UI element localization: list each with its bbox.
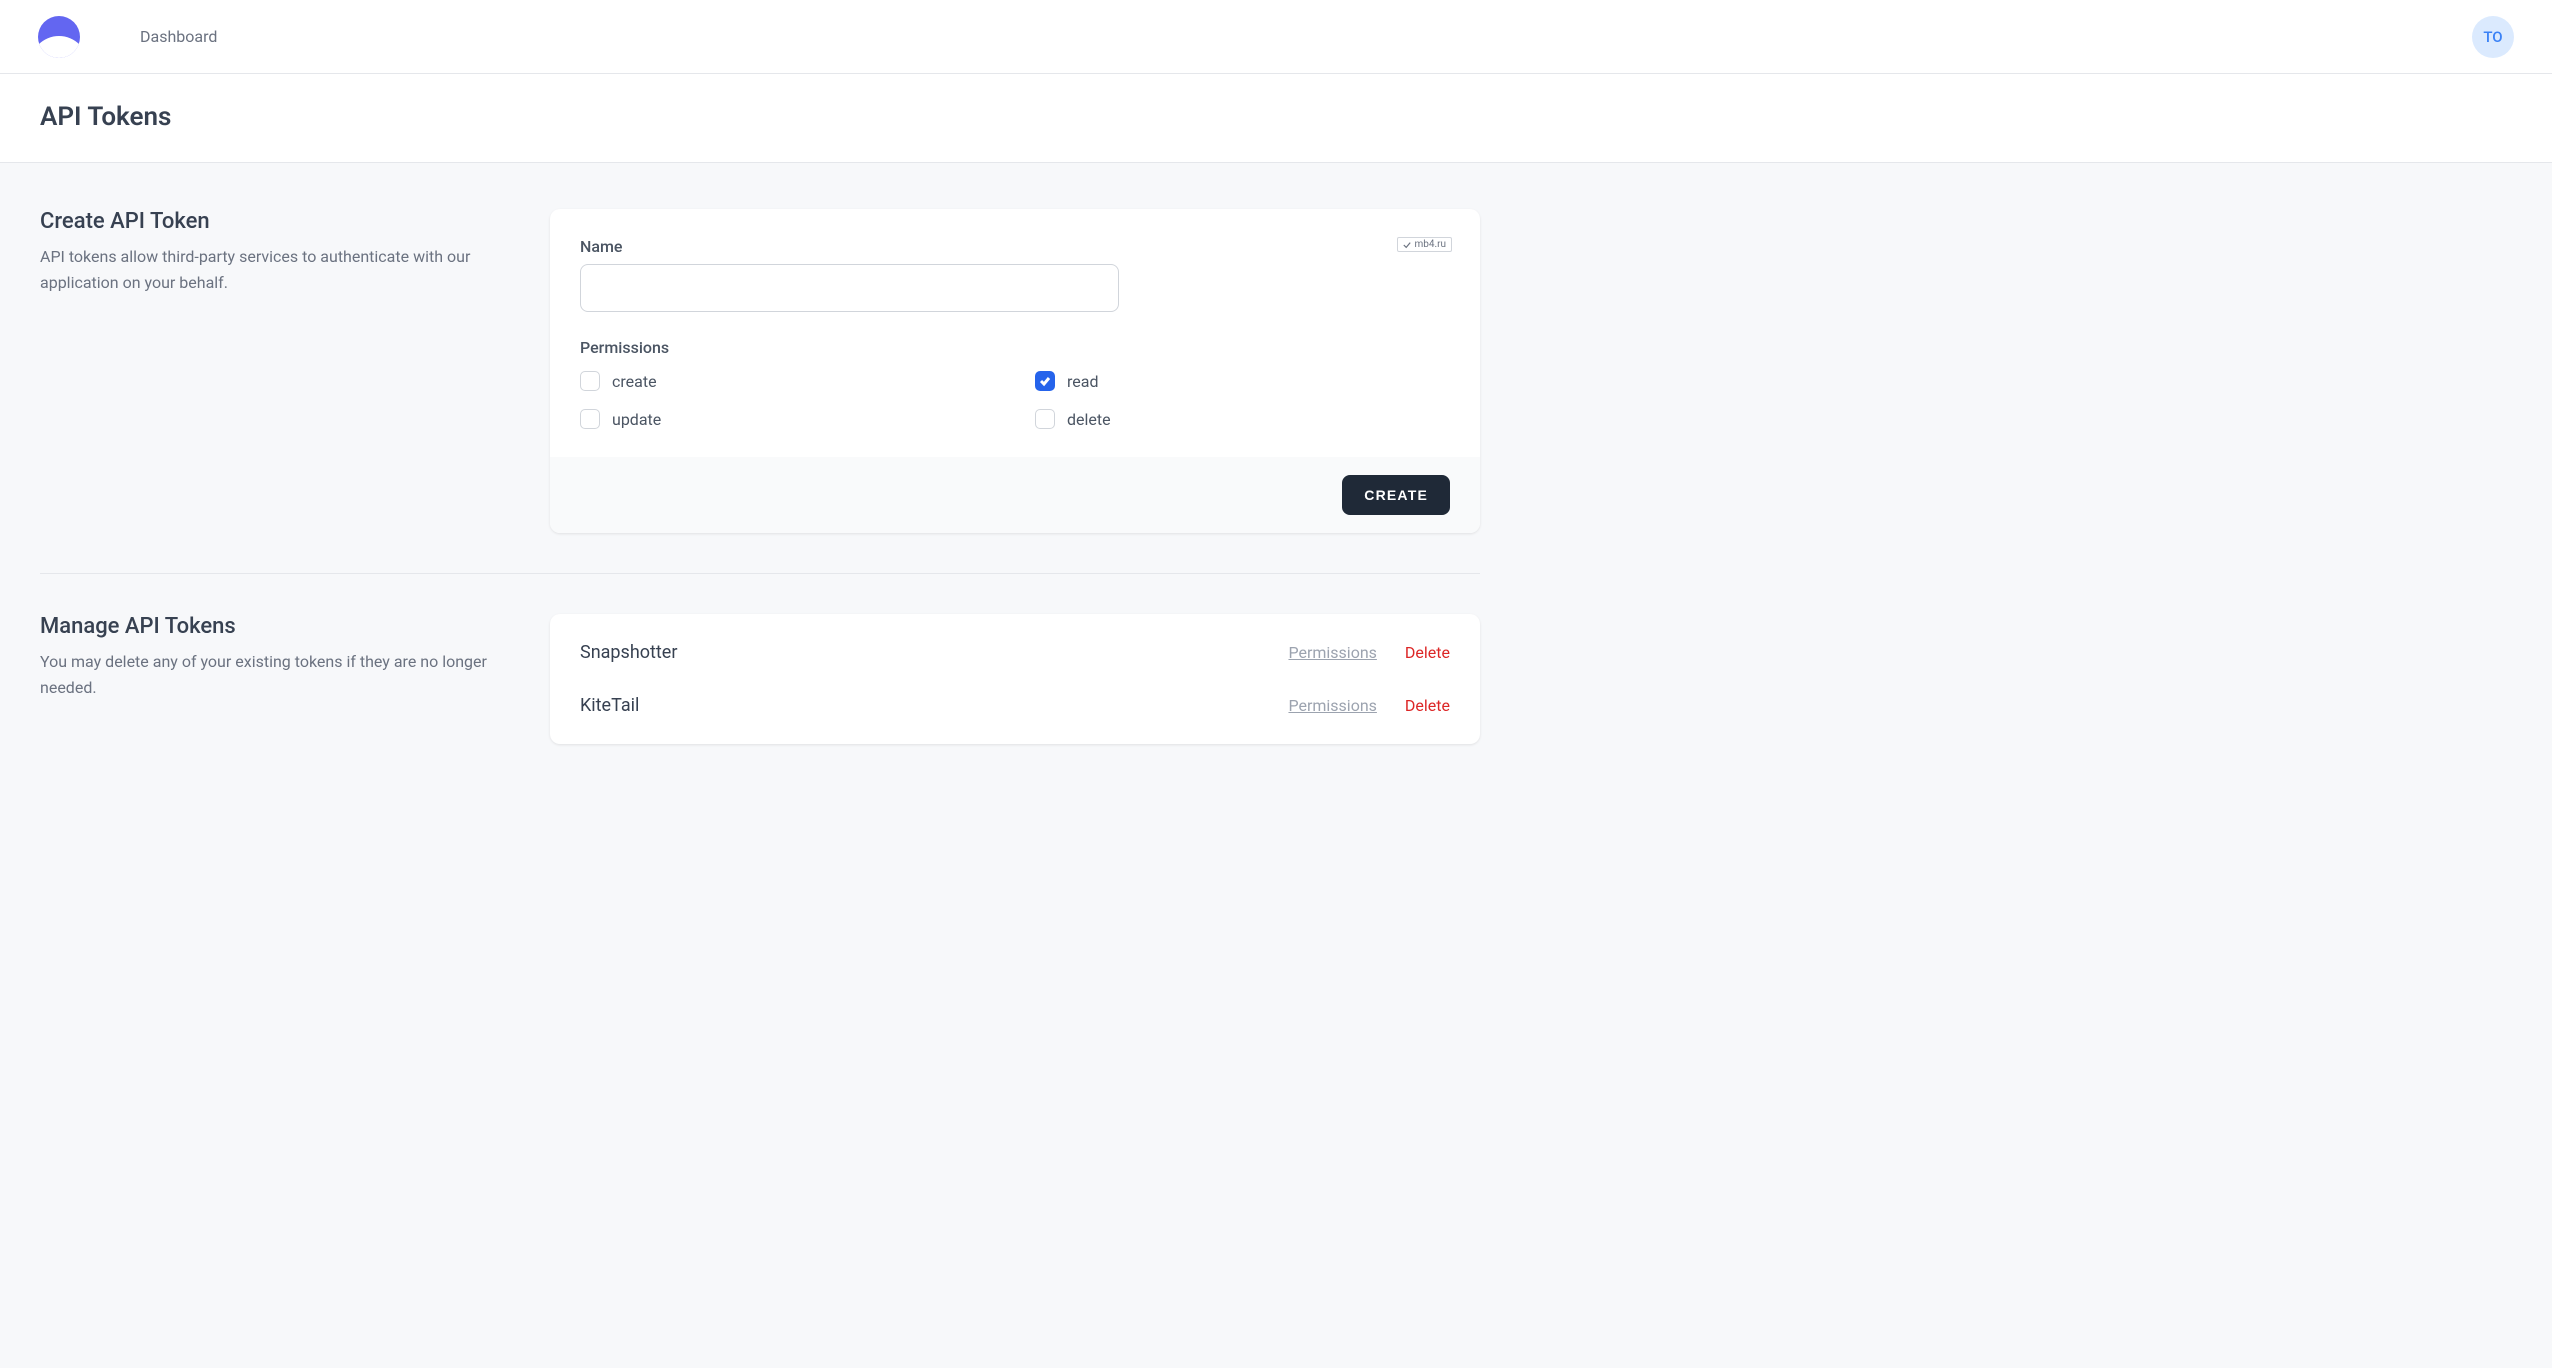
name-label: Name bbox=[580, 237, 1450, 256]
section-description: API tokens allow third-party services to… bbox=[40, 244, 520, 295]
checkbox-label: delete bbox=[1067, 410, 1111, 429]
watermark-badge: mb4.ru bbox=[1397, 237, 1452, 252]
navbar-left: Dashboard bbox=[38, 16, 217, 58]
section-description: You may delete any of your existing toke… bbox=[40, 649, 520, 700]
create-button[interactable]: Create bbox=[1342, 475, 1450, 515]
create-token-section: Create API Token API tokens allow third-… bbox=[40, 209, 1480, 574]
permission-read: read bbox=[1035, 371, 1450, 391]
manage-tokens-card: Snapshotter Permissions Delete KiteTail Perm… bbox=[550, 614, 1480, 744]
token-row: KiteTail Permissions Delete bbox=[580, 679, 1450, 716]
permission-create: create bbox=[580, 371, 995, 391]
checkbox-label: create bbox=[612, 372, 657, 391]
watermark-icon bbox=[1403, 241, 1411, 249]
permissions-block: Permissions create read update delete bbox=[580, 338, 1450, 429]
permissions-link[interactable]: Permissions bbox=[1288, 696, 1376, 715]
token-row: Snapshotter Permissions Delete bbox=[580, 642, 1450, 679]
page-header: API Tokens bbox=[0, 74, 2552, 163]
navbar: Dashboard TO bbox=[0, 0, 2552, 74]
permissions-link[interactable]: Permissions bbox=[1288, 643, 1376, 662]
checkbox-label: read bbox=[1067, 372, 1098, 391]
token-actions: Permissions Delete bbox=[1288, 696, 1450, 715]
checkbox-create[interactable] bbox=[580, 371, 600, 391]
checkbox-update[interactable] bbox=[580, 409, 600, 429]
content: Create API Token API tokens allow third-… bbox=[0, 163, 1520, 830]
section-info: Manage API Tokens You may delete any of … bbox=[40, 614, 520, 744]
permission-delete: delete bbox=[1035, 409, 1450, 429]
check-icon bbox=[1039, 375, 1051, 387]
delete-link[interactable]: Delete bbox=[1405, 643, 1450, 662]
section-info: Create API Token API tokens allow third-… bbox=[40, 209, 520, 533]
card-body: Snapshotter Permissions Delete KiteTail Perm… bbox=[550, 614, 1480, 744]
token-list: Snapshotter Permissions Delete KiteTail Perm… bbox=[580, 642, 1450, 716]
name-input[interactable] bbox=[580, 264, 1119, 312]
watermark-text: mb4.ru bbox=[1414, 239, 1446, 250]
section-title: Create API Token bbox=[40, 209, 520, 234]
delete-link[interactable]: Delete bbox=[1405, 696, 1450, 715]
app-logo-icon[interactable] bbox=[38, 16, 80, 58]
card-footer: Create bbox=[550, 457, 1480, 533]
manage-tokens-section: Manage API Tokens You may delete any of … bbox=[40, 614, 1480, 744]
page-title: API Tokens bbox=[40, 102, 2512, 132]
token-name: KiteTail bbox=[580, 695, 639, 716]
checkbox-read[interactable] bbox=[1035, 371, 1055, 391]
avatar[interactable]: TO bbox=[2472, 16, 2514, 58]
create-token-card: mb4.ru Name Permissions create read update… bbox=[550, 209, 1480, 533]
token-actions: Permissions Delete bbox=[1288, 643, 1450, 662]
section-title: Manage API Tokens bbox=[40, 614, 520, 639]
token-name: Snapshotter bbox=[580, 642, 677, 663]
checkbox-delete[interactable] bbox=[1035, 409, 1055, 429]
permission-update: update bbox=[580, 409, 995, 429]
permissions-label: Permissions bbox=[580, 338, 1450, 357]
checkbox-label: update bbox=[612, 410, 661, 429]
permissions-grid: create read update delete bbox=[580, 371, 1450, 429]
nav-link-dashboard[interactable]: Dashboard bbox=[140, 27, 217, 46]
card-body: Name Permissions create read update delete bbox=[550, 209, 1480, 457]
